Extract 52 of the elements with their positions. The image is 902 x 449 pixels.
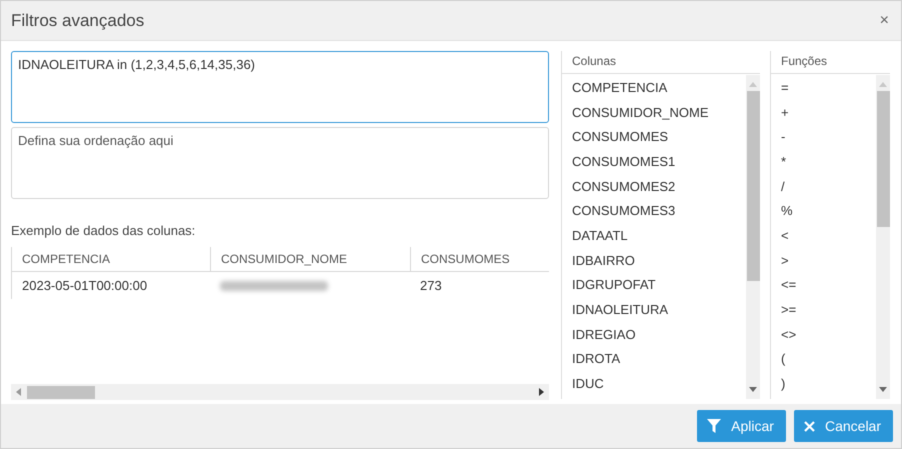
list-item[interactable]: ) <box>771 371 876 396</box>
list-item[interactable]: IDREGIAO <box>562 322 746 347</box>
scroll-up-icon[interactable] <box>879 81 887 87</box>
column-header: CONSUMOMES <box>410 247 549 272</box>
close-icon <box>804 420 815 432</box>
column-header: COMPETENCIA <box>11 247 210 272</box>
list-item[interactable]: / <box>771 174 876 198</box>
filter-field[interactable]: IDNAOLEITURA in (1,2,3,4,5,6,14,35,36) <box>11 51 549 123</box>
list-item[interactable]: COMPETENCIA <box>562 75 746 100</box>
ordering-field[interactable]: Defina sua ordenação aqui <box>11 127 549 199</box>
column-header: CONSUMIDOR_NOME <box>210 247 410 272</box>
list-item[interactable]: * <box>771 149 876 174</box>
list-item[interactable]: CONSUMOMES3 <box>562 198 746 224</box>
list-header: Funções <box>771 51 890 74</box>
list-item[interactable]: < <box>771 223 876 248</box>
list-item[interactable]: CONSUMOMES2 <box>562 174 746 198</box>
list-header: Colunas <box>562 51 760 74</box>
list-item[interactable]: <> <box>771 322 876 347</box>
scroll-down-icon[interactable] <box>749 387 757 393</box>
list-item[interactable]: IDROTA <box>562 346 746 372</box>
filter-icon <box>707 419 722 433</box>
scroll-left-icon[interactable] <box>15 388 21 396</box>
scroll-thumb[interactable] <box>746 91 760 281</box>
list-item[interactable]: ( <box>771 346 876 372</box>
list-item[interactable]: IDGRUPOFAT <box>562 272 746 298</box>
scroll-down-icon[interactable] <box>879 387 887 393</box>
window-title: Filtros avançados <box>11 10 144 30</box>
scroll-thumb[interactable] <box>876 91 890 227</box>
scroll-thumb[interactable] <box>27 386 95 398</box>
list-item[interactable]: + <box>771 100 876 124</box>
list-item[interactable]: IDUC <box>562 371 746 396</box>
table-cell: 2023-05-01T00:00:00 <box>11 272 210 299</box>
scroll-right-icon[interactable] <box>539 388 545 396</box>
sample-label: Exemplo de dados das colunas: <box>11 223 196 238</box>
list-item[interactable]: CONSUMOMES <box>562 124 746 150</box>
list-item[interactable]: > <box>771 248 876 272</box>
list-item[interactable]: = <box>771 75 876 100</box>
list-item[interactable]: IDBAIRRO <box>562 248 746 272</box>
horizontal-scrollbar[interactable] <box>11 384 549 400</box>
table-cell-text: 273 <box>419 277 443 295</box>
list-item[interactable]: DATAATL <box>562 223 746 248</box>
list-item[interactable]: IDNAOLEITURA <box>562 297 746 322</box>
list-item[interactable]: - <box>771 124 876 150</box>
list-item[interactable]: % <box>771 198 876 224</box>
scrollbar[interactable] <box>746 75 760 399</box>
list-item[interactable]: CONSUMOMES1 <box>562 149 746 174</box>
scroll-up-icon[interactable] <box>749 81 757 87</box>
close-button[interactable]: × <box>880 12 889 30</box>
list-item[interactable]: CONSUMIDOR_NOME <box>562 100 746 124</box>
list-item[interactable]: <= <box>771 272 876 298</box>
scrollbar[interactable] <box>876 75 890 399</box>
list-item[interactable]: >= <box>771 297 876 322</box>
